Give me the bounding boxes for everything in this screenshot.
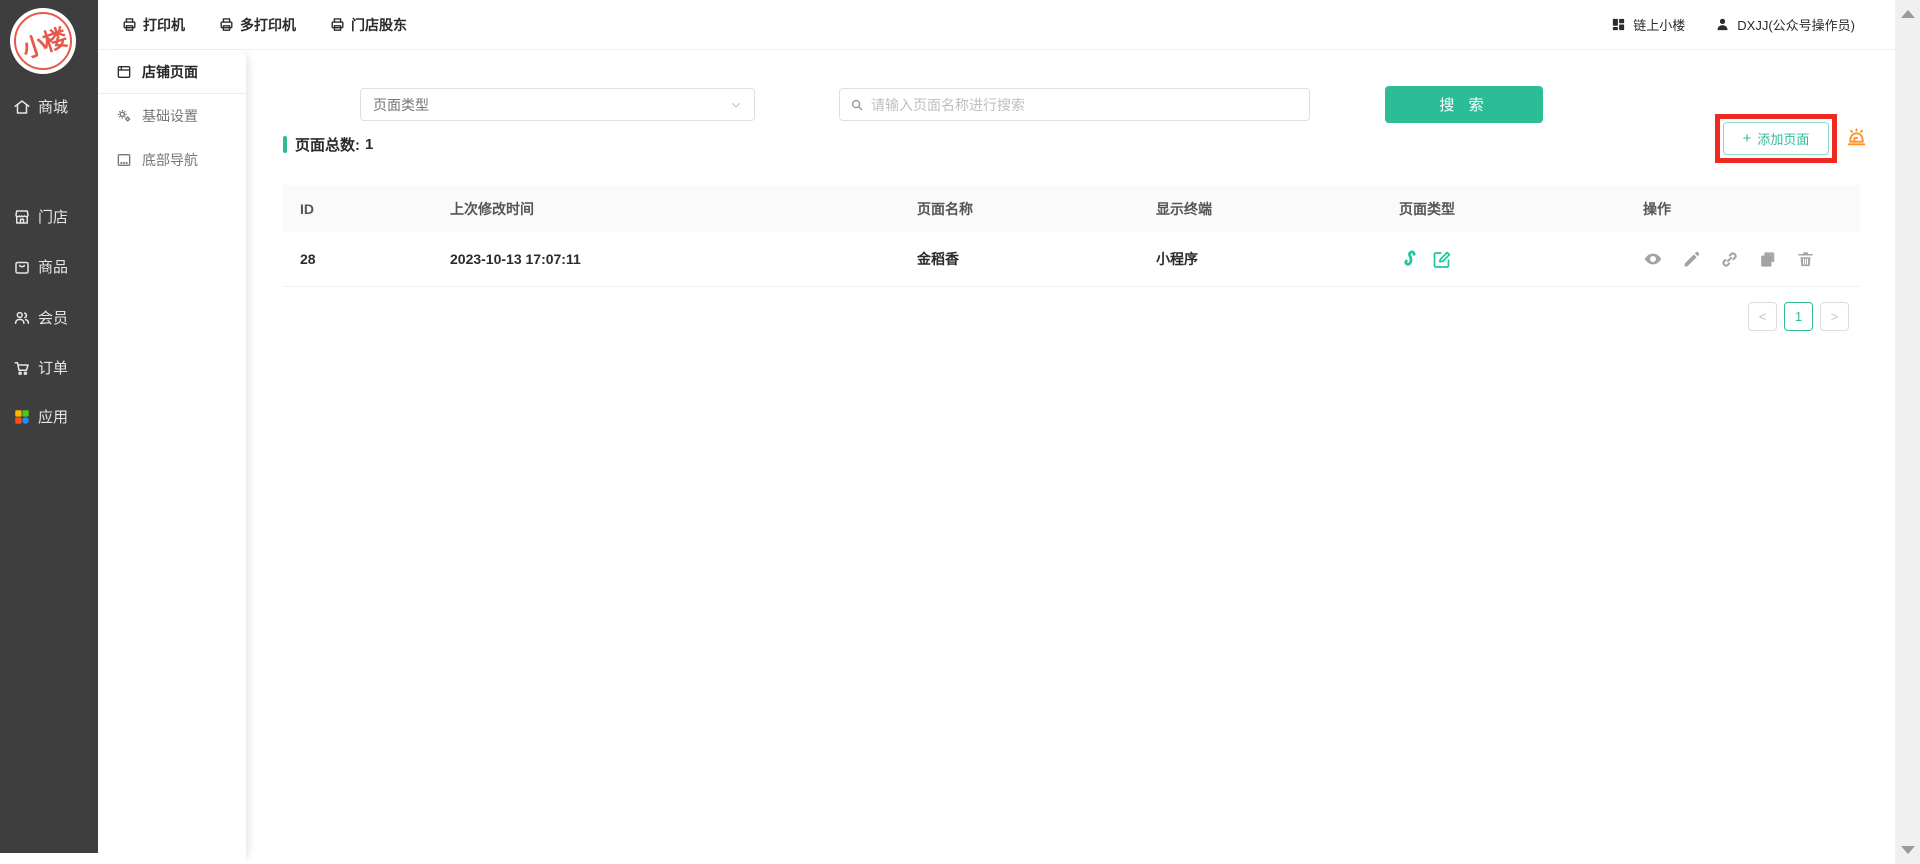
plus-icon: + xyxy=(1743,130,1752,147)
primary-sidebar: 小楼 商城 门店 商品 会员 订单 应用 xyxy=(0,0,98,853)
next-page-button[interactable]: > xyxy=(1820,302,1849,331)
submenu-item-label: 店铺页面 xyxy=(142,62,198,82)
orders-icon xyxy=(13,359,31,377)
vertical-scrollbar[interactable] xyxy=(1895,0,1920,864)
settings-icon xyxy=(116,108,132,124)
printer-icon xyxy=(219,17,234,32)
sidebar-item-label: 订单 xyxy=(38,357,68,378)
add-page-label: 添加页面 xyxy=(1757,129,1809,148)
home-icon xyxy=(13,98,31,116)
topbar-item-printer[interactable]: 打印机 xyxy=(122,15,185,35)
sidebar-item-label: 应用 xyxy=(38,406,68,427)
secondary-sidebar: 店铺页面 基础设置 底部导航 xyxy=(98,50,246,864)
cell-name: 金稻香 xyxy=(900,249,1139,269)
col-header-id: ID xyxy=(283,201,433,217)
topbar-item-label: 打印机 xyxy=(143,15,185,35)
sidebar-item-mall[interactable]: 商城 xyxy=(13,96,68,117)
sidebar-item-orders[interactable]: 订单 xyxy=(13,357,68,378)
store-icon xyxy=(13,208,31,226)
topbar-account-area: 链上小楼 DXJJ(公众号操作员) xyxy=(1611,15,1895,34)
copy-icon[interactable] xyxy=(1758,250,1777,269)
table-row: 28 2023-10-13 17:07:11 金稻香 小程序 xyxy=(283,232,1860,287)
edit-page-icon[interactable] xyxy=(1431,249,1452,270)
sidebar-item-label: 商品 xyxy=(38,256,68,277)
alarm-notice-button[interactable] xyxy=(1843,124,1869,152)
printer-icon xyxy=(330,17,345,32)
scroll-up-icon[interactable] xyxy=(1901,10,1915,18)
members-icon xyxy=(13,309,31,327)
sidebar-item-members[interactable]: 会员 xyxy=(13,307,68,328)
scroll-down-icon[interactable] xyxy=(1901,846,1915,854)
org-name: 链上小楼 xyxy=(1633,15,1685,34)
sidebar-item-goods[interactable]: 商品 xyxy=(13,256,68,277)
cell-page-type-icons xyxy=(1382,248,1626,270)
user-name: DXJJ(公众号操作员) xyxy=(1737,15,1855,34)
col-header-actions: 操作 xyxy=(1626,199,1860,219)
submenu-item-shop-pages[interactable]: 店铺页面 xyxy=(98,50,246,94)
sidebar-item-label: 商城 xyxy=(38,96,68,117)
sidebar-item-stores[interactable]: 门店 xyxy=(13,206,68,227)
col-header-terminal: 显示终端 xyxy=(1139,199,1382,219)
user-menu[interactable]: DXJJ(公众号操作员) xyxy=(1715,15,1855,34)
sidebar-item-label: 会员 xyxy=(38,307,68,328)
sidebar-item-label: 门店 xyxy=(38,206,68,227)
pagination: < 1 > xyxy=(1748,302,1849,331)
topbar-item-label: 多打印机 xyxy=(240,15,296,35)
alarm-icon xyxy=(1844,124,1869,149)
pages-table: ID 上次修改时间 页面名称 显示终端 页面类型 操作 28 2023-10-1… xyxy=(283,185,1860,287)
topbar-nav: 打印机 多打印机 门店股东 xyxy=(98,15,407,35)
bottom-nav-icon xyxy=(116,152,132,168)
page-icon xyxy=(116,64,132,80)
page-type-select-value[interactable] xyxy=(373,97,730,113)
goods-icon xyxy=(13,258,31,276)
submenu-item-label: 基础设置 xyxy=(142,106,198,126)
org-switcher[interactable]: 链上小楼 xyxy=(1611,15,1685,34)
search-icon xyxy=(850,98,864,112)
submenu-item-bottom-nav[interactable]: 底部导航 xyxy=(98,138,246,182)
page-total-value: 1 xyxy=(365,136,373,153)
page-name-search xyxy=(839,88,1310,121)
col-header-name: 页面名称 xyxy=(900,199,1139,219)
search-button[interactable]: 搜 索 xyxy=(1385,86,1543,123)
chevron-down-icon xyxy=(730,99,742,111)
topbar-item-multi-printer[interactable]: 多打印机 xyxy=(219,15,296,35)
page-number-button[interactable]: 1 xyxy=(1784,302,1813,331)
app-window: 小楼 商城 门店 商品 会员 订单 应用 xyxy=(0,0,1920,864)
sidebar-item-apps[interactable]: 应用 xyxy=(13,406,68,427)
delete-icon[interactable] xyxy=(1796,250,1815,269)
cell-terminal: 小程序 xyxy=(1139,249,1382,269)
topbar-item-label: 门店股东 xyxy=(351,15,407,35)
cell-id: 28 xyxy=(283,251,433,267)
accent-bar xyxy=(283,136,287,153)
topbar-item-store-shareholder[interactable]: 门店股东 xyxy=(330,15,407,35)
view-icon[interactable] xyxy=(1643,249,1663,269)
main-content: 搜 索 页面总数: 1 + 添加页面 ID 上次修改时间 页面名称 显示终端 页… xyxy=(246,50,1895,864)
edit-icon[interactable] xyxy=(1682,250,1701,269)
page-total-summary: 页面总数: 1 xyxy=(283,134,373,155)
submenu-item-basic-settings[interactable]: 基础设置 xyxy=(98,94,246,138)
user-icon xyxy=(1715,17,1730,32)
submenu-item-label: 底部导航 xyxy=(142,150,198,170)
add-page-button[interactable]: + 添加页面 xyxy=(1723,122,1829,155)
page-type-select[interactable] xyxy=(360,88,755,121)
prev-page-button[interactable]: < xyxy=(1748,302,1777,331)
org-grid-icon xyxy=(1611,17,1626,32)
printer-icon xyxy=(122,17,137,32)
link-icon[interactable] xyxy=(1720,250,1739,269)
col-header-modified: 上次修改时间 xyxy=(433,199,900,219)
decorate-link-icon[interactable] xyxy=(1399,248,1421,270)
col-header-type: 页面类型 xyxy=(1382,199,1626,219)
brand-logo: 小楼 xyxy=(10,8,76,74)
topbar: 打印机 多打印机 门店股东 链上小楼 DXJJ(公众号操作员) xyxy=(98,0,1895,50)
search-input[interactable] xyxy=(871,97,1299,113)
cell-actions xyxy=(1626,249,1860,269)
apps-icon xyxy=(13,408,31,426)
table-header-row: ID 上次修改时间 页面名称 显示终端 页面类型 操作 xyxy=(283,185,1860,232)
cell-modified: 2023-10-13 17:07:11 xyxy=(433,251,900,267)
page-total-label: 页面总数: xyxy=(295,134,360,155)
